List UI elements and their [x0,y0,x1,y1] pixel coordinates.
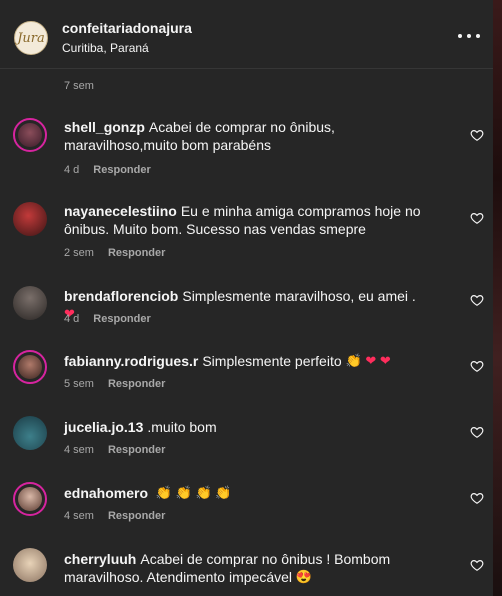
reply-button[interactable]: Responder [93,164,150,176]
comment-item: jucelia.jo.13 .muito bom 4 sem Responder [0,416,493,462]
profile-avatar[interactable]: Jura [14,21,48,55]
comment-username[interactable]: jucelia.jo.13 [64,419,143,435]
reply-button[interactable]: Responder [108,510,165,522]
post-username[interactable]: confeitariadonajura [62,20,192,36]
comment-timestamp: 4 d [64,313,80,325]
reply-button[interactable]: Responder [108,378,165,390]
reply-button[interactable]: Responder [93,313,150,325]
commenter-avatar[interactable] [13,548,47,582]
comment-meta: 4 sem Responder [64,444,165,456]
caption-timestamp: 7 sem [64,80,94,92]
comment-username[interactable]: ednahomero [64,485,148,501]
like-heart-icon[interactable] [470,293,484,307]
comment-item: fabianny.rodrigues.r Simplesmente perfeit… [0,350,493,396]
comment-text: Simplesmente perfeito [202,353,342,369]
comment-username[interactable]: shell_gonzp [64,119,145,135]
post-location[interactable]: Curitiba, Paraná [62,41,149,55]
comment-body: nayanecelestiino Eu e minha amiga compram… [64,202,424,238]
comment-body: shell_gonzp Acabei de comprar no ônibus, … [64,118,424,154]
commenter-avatar[interactable] [13,202,47,236]
clap-emojis: 👏 👏 👏 👏 [155,485,232,500]
more-options-icon[interactable] [458,26,480,46]
commenter-avatar[interactable] [13,416,47,450]
comment-item: cherryluuh Acabei de comprar no ônibus ! … [0,548,493,596]
commenter-avatar[interactable] [13,350,47,384]
comment-timestamp: 2 sem [64,247,94,259]
comment-body: cherryluuh Acabei de comprar no ônibus ! … [64,550,424,586]
comment-meta: 5 sem Responder [64,378,165,390]
comment-item: nayanecelestiino Eu e minha amiga compram… [0,202,493,266]
clap-heart-emojis: 👏 ❤ ❤ [345,353,391,368]
commenter-avatar[interactable] [13,118,47,152]
comment-username[interactable]: fabianny.rodrigues.r [64,353,198,369]
comment-item: brendaflorenciob Simplesmente maravilhoso… [0,286,493,332]
like-heart-icon[interactable] [470,359,484,373]
comment-timestamp: 4 sem [64,444,94,456]
comment-body: ednahomero 👏 👏 👏 👏 [64,484,424,502]
comments-panel: Jura confeitariadonajura Curitiba, Paran… [0,0,493,596]
comment-body: jucelia.jo.13 .muito bom [64,418,424,436]
background-edge [493,0,502,596]
reply-button[interactable]: Responder [108,247,165,259]
comment-meta: 4 d Responder [64,164,151,176]
like-heart-icon[interactable] [470,128,484,142]
comment-username[interactable]: nayanecelestiino [64,203,177,219]
like-heart-icon[interactable] [470,491,484,505]
comment-timestamp: 4 sem [64,510,94,522]
post-header: Jura confeitariadonajura Curitiba, Paran… [0,0,493,69]
comment-item: shell_gonzp Acabei de comprar no ônibus, … [0,118,493,188]
comment-username[interactable]: brendaflorenciob [64,288,178,304]
like-heart-icon[interactable] [470,425,484,439]
comment-meta: 2 sem Responder [64,247,165,259]
comment-text: Simplesmente maravilhoso, eu amei . [182,288,416,304]
like-heart-icon[interactable] [470,211,484,225]
comment-meta: 4 d Responder [64,313,151,325]
commenter-avatar[interactable] [13,286,47,320]
comment-body: fabianny.rodrigues.r Simplesmente perfeit… [64,352,424,370]
commenter-avatar[interactable] [13,482,47,516]
comment-timestamp: 5 sem [64,378,94,390]
comment-item: ednahomero 👏 👏 👏 👏 4 sem Responder [0,482,493,528]
comment-username[interactable]: cherryluuh [64,551,136,567]
comment-timestamp: 4 d [64,164,80,176]
comment-meta: 4 sem Responder [64,510,165,522]
reply-button[interactable]: Responder [108,444,165,456]
comment-text: .muito bom [147,419,217,435]
like-heart-icon[interactable] [470,558,484,572]
heart-eyes-emoji: 😍 [295,569,313,584]
